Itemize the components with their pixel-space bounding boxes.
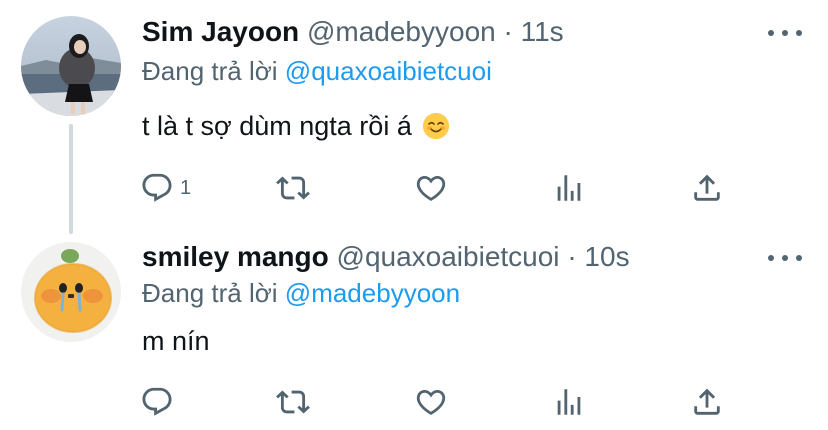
timestamp[interactable]: 11s (521, 16, 564, 47)
tweet-header: Sim Jayoon @madebyyoon · 11s (142, 15, 564, 49)
retweet-button[interactable] (276, 382, 310, 422)
share-icon (694, 174, 720, 201)
reply-icon (142, 387, 172, 416)
analytics-icon (557, 175, 581, 201)
separator: · (567, 241, 577, 272)
more-options-icon[interactable] (768, 251, 802, 265)
retweet-icon (276, 176, 310, 200)
replying-mention-link[interactable]: @quaxoaibietcuoi (285, 56, 492, 86)
reply-button[interactable] (140, 382, 180, 422)
reply-button[interactable]: 1 (140, 168, 191, 208)
replying-to: Đang trả lời @quaxoaibietcuoi (142, 55, 492, 87)
more-options-icon[interactable] (768, 26, 802, 40)
replying-mention-link[interactable]: @madebyyoon (285, 278, 460, 308)
like-button[interactable] (414, 168, 448, 208)
like-icon (416, 175, 446, 201)
retweet-button[interactable] (276, 168, 310, 208)
like-button[interactable] (414, 382, 448, 422)
reply-count: 1 (180, 176, 192, 199)
avatar[interactable] (21, 16, 121, 116)
analytics-icon (557, 389, 581, 415)
retweet-icon (276, 390, 310, 414)
tweet[interactable]: Sim Jayoon @madebyyoon · 11s Đang trả lờ… (0, 0, 828, 234)
tweet-actions: 1 (0, 168, 828, 208)
analytics-button[interactable] (552, 382, 586, 422)
reply-icon (142, 173, 172, 202)
tweet[interactable]: smiley mango @quaxoaibietcuoi · 10s Đang… (0, 222, 828, 430)
tweet-actions (0, 382, 828, 422)
like-icon (416, 389, 446, 415)
tweet-header: smiley mango @quaxoaibietcuoi · 10s (142, 240, 630, 274)
display-name[interactable]: smiley mango (142, 241, 329, 272)
share-icon (694, 388, 720, 415)
display-name[interactable]: Sim Jayoon (142, 16, 299, 47)
tweet-text-content: m nín (142, 326, 210, 356)
timestamp[interactable]: 10s (584, 241, 629, 272)
analytics-button[interactable] (552, 168, 586, 208)
avatar[interactable] (21, 242, 121, 342)
tweet-text: m nín (142, 324, 210, 358)
share-button[interactable] (690, 382, 724, 422)
crying-mango-avatar-image (21, 242, 121, 342)
replying-to: Đang trả lời @madebyyoon (142, 277, 460, 309)
user-handle[interactable]: @quaxoaibietcuoi (337, 241, 560, 272)
tweet-text: t là t sợ dùm ngta rồi á (142, 109, 450, 143)
replying-prefix: Đang trả lời (142, 278, 278, 308)
tweet-text-content: t là t sợ dùm ngta rồi á (142, 111, 412, 141)
user-handle[interactable]: @madebyyoon (307, 16, 496, 47)
share-button[interactable] (690, 168, 724, 208)
replying-prefix: Đang trả lời (142, 56, 278, 86)
separator: · (503, 16, 513, 47)
photo-avatar-image (21, 16, 121, 116)
smiling-face-emoji-icon (423, 113, 450, 139)
